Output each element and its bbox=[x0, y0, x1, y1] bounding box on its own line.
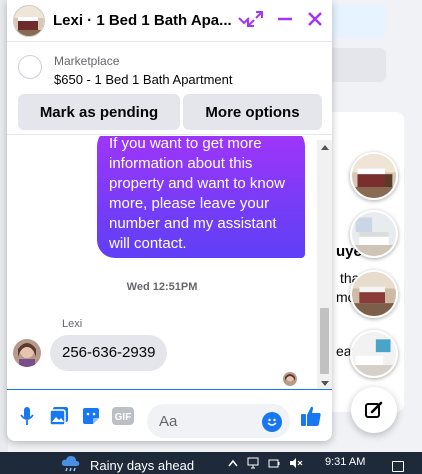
sticker-icon bbox=[83, 408, 99, 424]
bedroom-photo-icon bbox=[352, 154, 396, 198]
marketplace-label: Marketplace bbox=[54, 54, 120, 68]
photo-icon bbox=[49, 407, 68, 426]
emoji-button[interactable] bbox=[262, 412, 282, 432]
sticker-button[interactable] bbox=[79, 404, 103, 428]
marketplace-bar: Marketplace $650 - 1 Bed 1 Bath Apartmen… bbox=[7, 43, 332, 135]
attach-photo-button[interactable] bbox=[47, 404, 71, 428]
smiley-icon bbox=[267, 418, 277, 426]
chevron-up-icon[interactable] bbox=[228, 459, 238, 467]
contact-avatar[interactable] bbox=[13, 4, 45, 37]
voice-clip-button[interactable] bbox=[15, 404, 39, 428]
scrollbar-thumb[interactable] bbox=[320, 308, 329, 374]
living-room-photo-icon bbox=[352, 212, 396, 256]
listing-title[interactable]: $650 - 1 Bed 1 Bath Apartment bbox=[54, 72, 233, 87]
weather-widget[interactable]: Rainy days ahead bbox=[60, 454, 195, 473]
message-list: If you want to get more information abou… bbox=[7, 136, 317, 389]
battery-icon[interactable] bbox=[268, 457, 280, 469]
sender-avatar[interactable] bbox=[13, 339, 41, 367]
profile-photo-icon bbox=[13, 339, 41, 367]
minimize-button[interactable] bbox=[274, 8, 296, 30]
incoming-message[interactable]: 256-636-2939 bbox=[50, 335, 168, 371]
windows-taskbar: Rainy days ahead 9:31 AM bbox=[0, 452, 422, 474]
weather-text: Rainy days ahead bbox=[90, 457, 195, 473]
message-timestamp: Wed 12:51PM bbox=[126, 281, 198, 293]
message-composer: GIF bbox=[7, 389, 332, 441]
thumbs-up-icon bbox=[301, 406, 321, 426]
rain-cloud-icon bbox=[61, 456, 80, 472]
outgoing-message[interactable]: If you want to get more information abou… bbox=[97, 136, 305, 258]
scroll-up-button[interactable] bbox=[317, 140, 332, 154]
microphone-icon bbox=[20, 407, 34, 425]
living-room-photo-icon bbox=[352, 332, 396, 376]
message-scrollbar[interactable] bbox=[317, 140, 332, 390]
bedroom-photo-icon bbox=[352, 272, 396, 316]
window-controls bbox=[244, 8, 326, 30]
outgoing-message-text: If you want to get more information abou… bbox=[109, 136, 285, 252]
system-tray bbox=[228, 457, 303, 469]
scroll-down-button[interactable] bbox=[317, 376, 332, 390]
mark-as-pending-button[interactable]: Mark as pending bbox=[18, 94, 180, 130]
listing-thumbnail bbox=[18, 55, 42, 79]
expand-button[interactable] bbox=[244, 8, 266, 30]
compose-icon bbox=[365, 401, 383, 418]
minimize-icon bbox=[278, 17, 292, 21]
close-icon bbox=[308, 12, 322, 26]
speaker-muted-icon[interactable] bbox=[289, 457, 303, 469]
more-options-button[interactable]: More options bbox=[183, 94, 322, 130]
close-button[interactable] bbox=[304, 8, 326, 30]
like-button[interactable] bbox=[299, 404, 323, 428]
chat-header[interactable]: Lexi · 1 Bed 1 Bath Apa... bbox=[7, 0, 332, 42]
conversation-title[interactable]: Lexi · 1 Bed 1 Bath Apa... bbox=[53, 12, 232, 29]
apartment-photo-icon bbox=[14, 5, 44, 36]
chat-head-living-room[interactable] bbox=[350, 210, 398, 258]
gif-label: GIF bbox=[115, 412, 132, 423]
notification-center-icon[interactable] bbox=[392, 461, 404, 472]
chat-head-bedroom[interactable] bbox=[350, 152, 398, 200]
chat-head-bedroom[interactable] bbox=[350, 270, 398, 318]
chat-window: Lexi · 1 Bed 1 Bath Apa... Marketplace $… bbox=[7, 0, 332, 441]
chat-head-living-room[interactable] bbox=[350, 330, 398, 378]
new-message-button[interactable] bbox=[351, 387, 397, 433]
sender-name: Lexi bbox=[62, 318, 83, 330]
expand-icon bbox=[247, 11, 263, 27]
caret-down-icon bbox=[320, 380, 329, 386]
background-right-edge bbox=[404, 0, 422, 452]
seen-indicator bbox=[283, 372, 297, 386]
caret-up-icon bbox=[320, 144, 329, 150]
network-icon[interactable] bbox=[247, 457, 259, 469]
gif-icon: GIF bbox=[112, 407, 134, 425]
clock[interactable]: 9:31 AM bbox=[325, 456, 365, 468]
profile-photo-icon bbox=[283, 372, 297, 386]
gif-button[interactable]: GIF bbox=[111, 404, 135, 428]
